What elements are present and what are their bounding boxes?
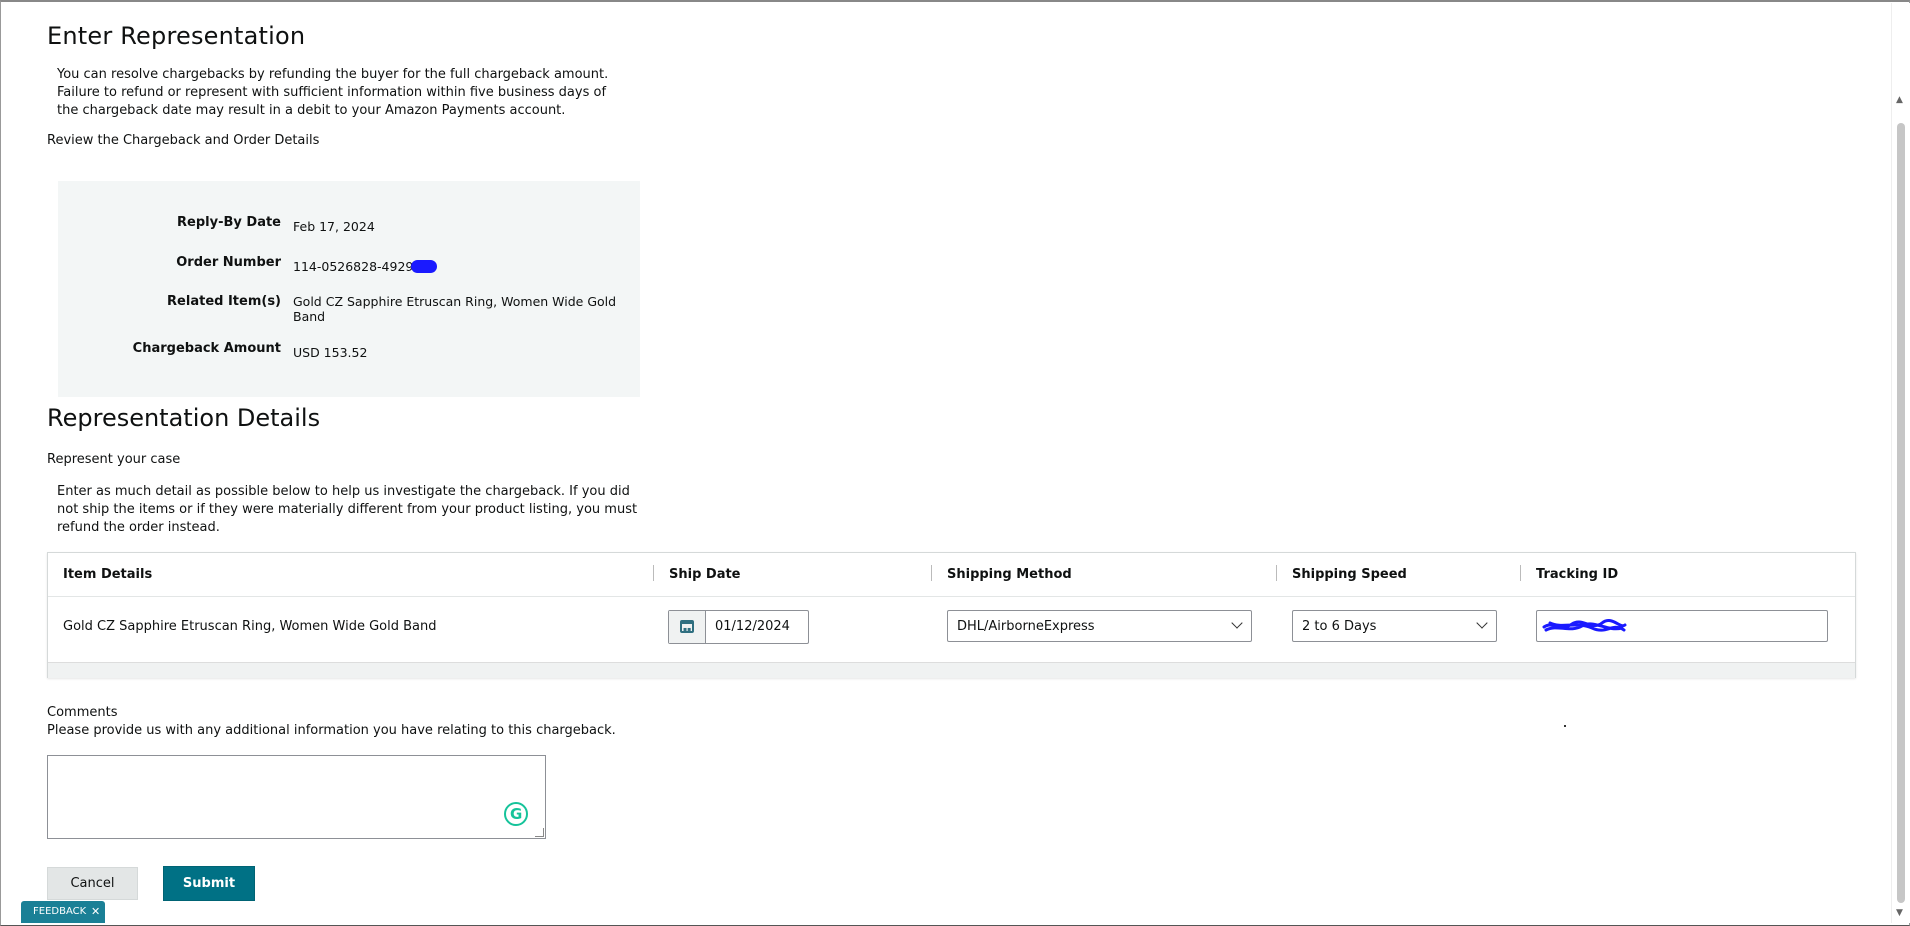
chevron-down-icon — [1476, 617, 1488, 629]
shipment-table: Item Details Ship Date Shipping Method S… — [47, 552, 1856, 678]
stray-dot — [1564, 725, 1566, 727]
representation-subtitle: Represent your case — [47, 452, 181, 467]
comments-help-text: Please provide us with any additional in… — [47, 723, 616, 738]
table-header: Item Details Ship Date Shipping Method S… — [48, 553, 1855, 597]
comments-textarea[interactable]: G — [47, 755, 546, 839]
chargeback-details-panel: Reply-By Date Feb 17, 2024 Order Number … — [58, 181, 640, 397]
table-footer — [48, 662, 1855, 678]
intro-text: You can resolve chargebacks by refunding… — [57, 67, 609, 118]
close-icon[interactable]: ✕ — [91, 901, 100, 923]
order-number-value: 114-0526828-4929 — [293, 259, 438, 274]
feedback-tab[interactable]: FEEDBACK ✕ — [21, 901, 105, 923]
column-divider — [653, 565, 654, 581]
calendar-grid: ▪▪ — [683, 626, 692, 633]
col-shipping-method: Shipping Method — [947, 567, 1072, 582]
calendar-button[interactable]: ▪▪ — [669, 611, 706, 643]
grammarly-icon[interactable]: G — [504, 802, 528, 826]
scroll-up-icon[interactable]: ▲ — [1896, 95, 1903, 105]
shipping-method-select[interactable]: DHL/AirborneExpress — [947, 610, 1252, 642]
representation-title: Representation Details — [47, 404, 321, 432]
col-tracking-id: Tracking ID — [1536, 567, 1619, 582]
review-heading: Review the Chargeback and Order Details — [47, 133, 320, 148]
column-divider — [1276, 565, 1277, 581]
redaction-mark — [411, 260, 438, 273]
related-items-label: Related Item(s) — [167, 294, 281, 309]
col-item-details: Item Details — [63, 567, 153, 582]
reply-by-value: Feb 17, 2024 — [293, 219, 375, 234]
feedback-label[interactable]: FEEDBACK — [33, 901, 86, 923]
comments-label: Comments — [47, 705, 118, 720]
chevron-down-icon — [1231, 617, 1243, 629]
col-ship-date: Ship Date — [669, 567, 741, 582]
shipping-speed-select[interactable]: 2 to 6 Days — [1292, 610, 1497, 642]
order-number-text: 114-0526828-4929 — [293, 259, 414, 274]
redaction-scribble — [1542, 619, 1627, 632]
shipping-speed-value: 2 to 6 Days — [1302, 619, 1377, 634]
cancel-button[interactable]: Cancel — [47, 867, 138, 900]
column-divider — [1520, 565, 1521, 581]
submit-button[interactable]: Submit — [163, 866, 255, 901]
page-title: Enter Representation — [47, 22, 306, 50]
chargeback-amount-value: USD 153.52 — [293, 345, 368, 360]
item-details-cell: Gold CZ Sapphire Etruscan Ring, Women Wi… — [63, 619, 437, 634]
representation-instructions: Enter as much detail as possible below t… — [57, 484, 638, 535]
reply-by-label: Reply-By Date — [177, 215, 281, 230]
column-divider — [931, 565, 932, 581]
shipping-method-value: DHL/AirborneExpress — [957, 619, 1095, 634]
vertical-scrollbar[interactable]: ▲ ▼ — [1891, 3, 1910, 923]
grammarly-letter: G — [510, 805, 523, 823]
tracking-id-input[interactable] — [1536, 610, 1828, 642]
chargeback-amount-label: Chargeback Amount — [132, 341, 281, 356]
resize-handle[interactable] — [535, 828, 544, 837]
related-items-value: Gold CZ Sapphire Etruscan Ring, Women Wi… — [293, 294, 617, 324]
scroll-down-icon[interactable]: ▼ — [1896, 908, 1903, 918]
order-number-label: Order Number — [176, 255, 281, 270]
ship-date-value[interactable]: 01/12/2024 — [715, 619, 790, 634]
col-shipping-speed: Shipping Speed — [1292, 567, 1407, 582]
ship-date-picker[interactable]: ▪▪ 01/12/2024 — [668, 610, 809, 644]
scroll-thumb[interactable] — [1897, 123, 1905, 903]
